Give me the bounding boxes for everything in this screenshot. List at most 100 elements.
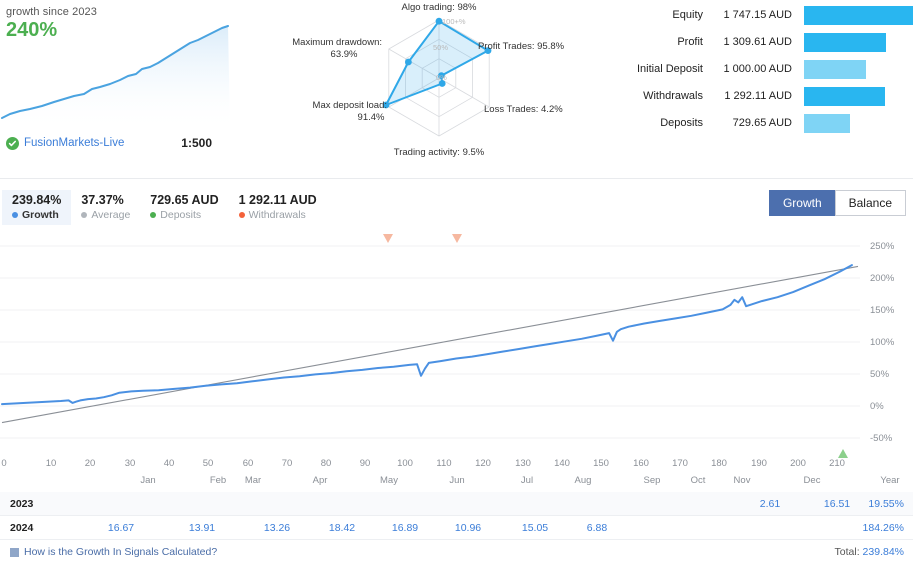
table-row-year: 2023 bbox=[10, 498, 34, 510]
table-cell-may[interactable]: 16.89 bbox=[392, 522, 418, 534]
account-bar-track bbox=[804, 32, 913, 52]
legend-stat-average[interactable]: 37.37% Average bbox=[71, 190, 140, 225]
account-bar-fill bbox=[804, 59, 867, 79]
radar-axis-max-deposit-load-line2: 91.4% bbox=[358, 112, 385, 123]
growth-line bbox=[1, 264, 853, 406]
table-footer: How is the Growth In Signals Calculated?… bbox=[0, 546, 913, 562]
x-tick-170: 170 bbox=[672, 458, 688, 469]
table-cell-jan[interactable]: 16.67 bbox=[108, 522, 134, 534]
radar-axis-max-deposit-load-line1: Max deposit load: bbox=[313, 100, 387, 111]
account-label: Equity bbox=[672, 9, 703, 21]
table-cell-feb[interactable]: 13.91 bbox=[189, 522, 215, 534]
growth-caption: growth since 2023 bbox=[6, 6, 97, 18]
chart-controls-row: 239.84% Growth 37.37% Average 729.65 AUD… bbox=[0, 190, 913, 226]
legend-stat-label-row: Growth bbox=[12, 209, 61, 221]
y-tick-label: 150% bbox=[870, 305, 895, 316]
account-bar-fill bbox=[804, 5, 913, 25]
chart-x-axis: 0 10 20 30 40 50 60 70 80 90 100 110 120… bbox=[0, 458, 913, 494]
deposit-marker[interactable] bbox=[838, 449, 848, 458]
account-label: Withdrawals bbox=[643, 90, 703, 102]
account-value: 729.65 AUD bbox=[732, 117, 792, 129]
account-label: Initial Deposit bbox=[636, 63, 703, 75]
toggle-growth-button[interactable]: Growth bbox=[768, 190, 835, 216]
x-month-mar: Mar bbox=[244, 475, 262, 486]
legend-stat-label-row: Withdrawals bbox=[238, 209, 317, 221]
account-value: 1 292.11 AUD bbox=[724, 90, 792, 102]
x-tick-140: 140 bbox=[554, 458, 570, 469]
account-bar-track bbox=[804, 113, 913, 133]
legend-stat-value: 729.65 AUD bbox=[150, 193, 219, 207]
x-tick-20: 20 bbox=[84, 458, 96, 469]
x-tick-70: 70 bbox=[281, 458, 293, 469]
x-tick-10: 10 bbox=[45, 458, 57, 469]
radar-ring-label-mid: 50% bbox=[433, 43, 448, 52]
growth-chart-svg: 250% 200% 150% 100% 50% 0% -50% bbox=[0, 234, 895, 458]
legend-stat-label: Deposits bbox=[160, 209, 202, 221]
table-cell-aug[interactable]: 6.88 bbox=[587, 522, 607, 534]
monthly-growth-table: 2023 2.61 16.51 19.55% 2024 16.67 13.91 … bbox=[0, 492, 913, 540]
x-tick-110: 110 bbox=[436, 458, 452, 469]
legend-stat-withdrawals[interactable]: 1 292.11 AUD Withdrawals bbox=[229, 190, 327, 225]
table-cell-nov[interactable]: 2.61 bbox=[760, 498, 780, 510]
growth-calculation-link[interactable]: How is the Growth In Signals Calculated? bbox=[10, 546, 217, 558]
x-month-dec: Dec bbox=[803, 475, 821, 486]
radar-axis-loss-trades: Loss Trades: 4.2% bbox=[484, 104, 563, 115]
x-tick-60: 60 bbox=[242, 458, 254, 469]
account-value: 1 000.00 AUD bbox=[723, 63, 793, 75]
toggle-balance-button[interactable]: Balance bbox=[834, 190, 906, 216]
radar-axis-max-drawdown-line1: Maximum drawdown: bbox=[292, 37, 382, 48]
table-cell-mar[interactable]: 13.26 bbox=[264, 522, 290, 534]
shield-check-icon bbox=[6, 136, 19, 150]
grand-total: Total: 239.84% bbox=[835, 546, 904, 558]
account-row-initial-deposit: Initial Deposit 1 000.00 AUD bbox=[620, 56, 913, 82]
legend-stat-label: Withdrawals bbox=[248, 209, 306, 221]
account-bar-track bbox=[804, 5, 913, 25]
x-tick-200: 200 bbox=[790, 458, 806, 469]
sparkline-chart bbox=[1, 25, 230, 127]
x-month-jan: Jan bbox=[140, 475, 156, 486]
table-row-year: 2024 bbox=[10, 522, 34, 534]
table-cell-apr[interactable]: 18.42 bbox=[329, 522, 355, 534]
x-month-may: May bbox=[380, 475, 398, 486]
broker-name-link[interactable]: FusionMarkets-Live bbox=[24, 137, 124, 149]
account-summary-panel: Equity 1 747.15 AUD Profit 1 309.61 AUD … bbox=[620, 2, 913, 137]
account-row-withdrawals: Withdrawals 1 292.11 AUD bbox=[620, 83, 913, 109]
x-tick-210: 210 bbox=[829, 458, 845, 469]
legend-stat-label-row: Average bbox=[81, 209, 130, 221]
account-label: Profit bbox=[677, 36, 703, 48]
account-bar-fill bbox=[804, 86, 885, 106]
x-tick-50: 50 bbox=[202, 458, 214, 469]
x-month-jul: Jul bbox=[520, 475, 534, 486]
leverage-value: 1:500 bbox=[181, 136, 212, 150]
x-tick-0: 0 bbox=[1, 458, 7, 469]
y-tick-label: -50% bbox=[870, 433, 893, 444]
legend-stat-value: 239.84% bbox=[12, 193, 62, 207]
growth-chart[interactable]: 250% 200% 150% 100% 50% 0% -50% bbox=[0, 232, 913, 460]
table-cell-jul[interactable]: 15.05 bbox=[522, 522, 548, 534]
account-row-equity: Equity 1 747.15 AUD bbox=[620, 2, 913, 28]
section-divider bbox=[0, 178, 913, 179]
account-bar-track bbox=[804, 86, 913, 106]
x-tick-180: 180 bbox=[711, 458, 727, 469]
withdrawal-marker[interactable] bbox=[452, 234, 462, 243]
y-tick-label: 50% bbox=[870, 369, 890, 380]
signal-statistics-page: growth since 2023 240% FusionMarkets-Liv… bbox=[0, 0, 913, 562]
growth-sparkline-panel: growth since 2023 240% FusionMarkets-Liv… bbox=[0, 0, 240, 160]
legend-stat-growth[interactable]: 239.84% Growth bbox=[2, 190, 72, 225]
y-tick-label: 200% bbox=[870, 273, 895, 284]
y-tick-label: 100% bbox=[870, 337, 895, 348]
y-tick-label: 250% bbox=[870, 241, 895, 252]
chart-mode-toggle: Growth Balance bbox=[768, 190, 906, 216]
table-cell-jun[interactable]: 10.96 bbox=[455, 522, 481, 534]
y-tick-label: 0% bbox=[870, 401, 884, 412]
summary-band: growth since 2023 240% FusionMarkets-Liv… bbox=[0, 0, 913, 170]
x-month-jun: Jun bbox=[449, 475, 465, 486]
table-cell-dec[interactable]: 16.51 bbox=[824, 498, 850, 510]
account-bar-track bbox=[804, 59, 913, 79]
x-tick-190: 190 bbox=[751, 458, 767, 469]
withdrawal-marker[interactable] bbox=[383, 234, 393, 243]
legend-stat-deposits[interactable]: 729.65 AUD Deposits bbox=[140, 190, 228, 225]
x-tick-80: 80 bbox=[320, 458, 332, 469]
radar-ring-label-outer: 100+% bbox=[442, 17, 466, 26]
account-value: 1 309.61 AUD bbox=[723, 36, 793, 48]
